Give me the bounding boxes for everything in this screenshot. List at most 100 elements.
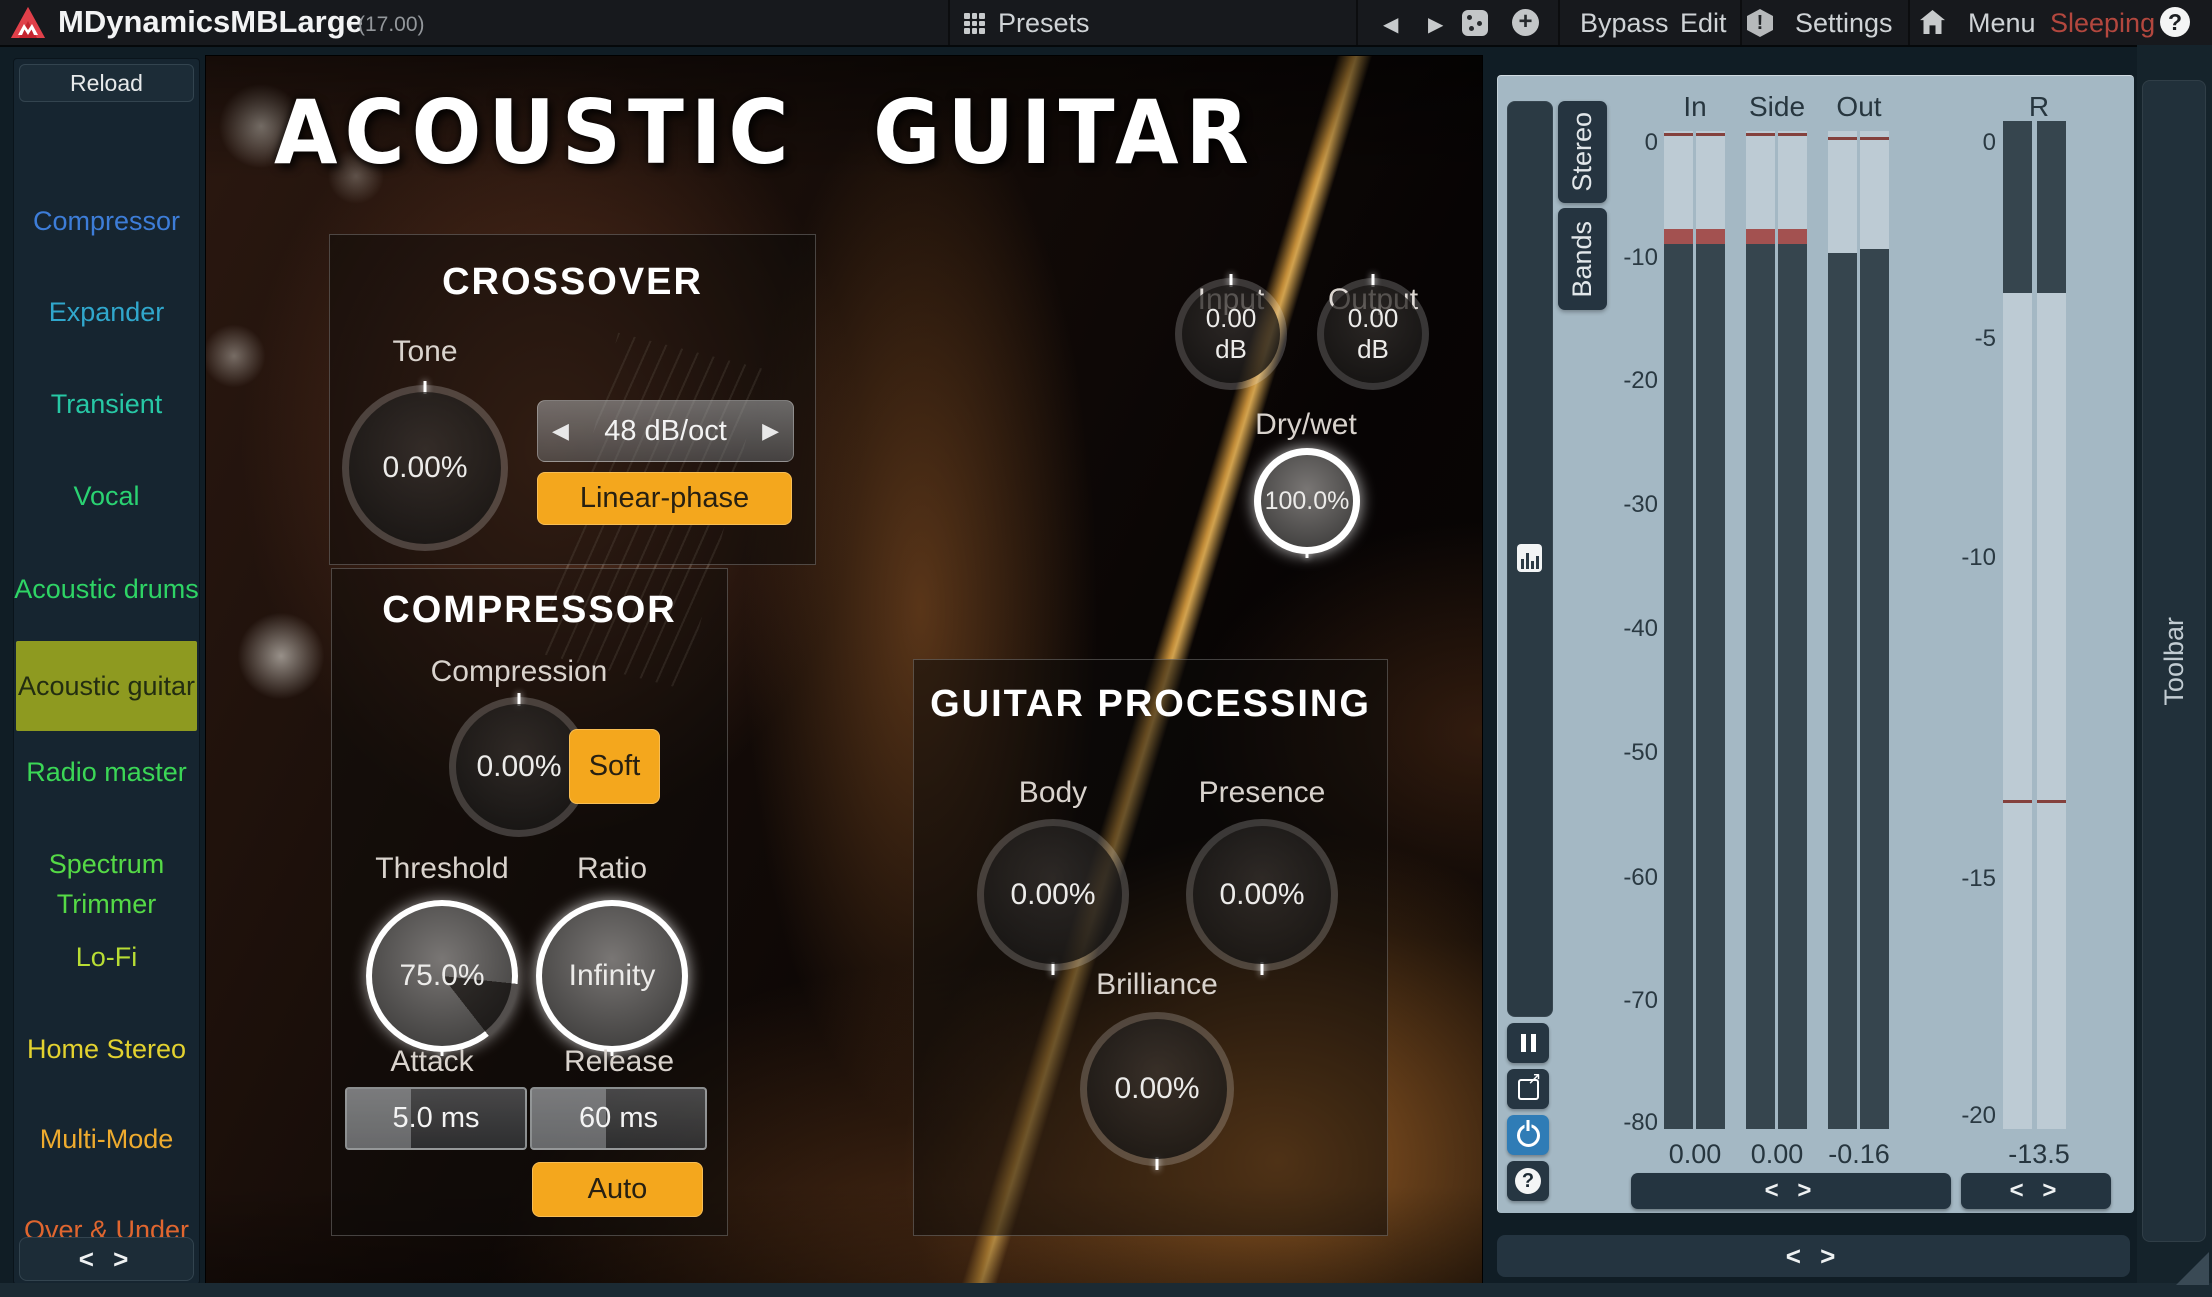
crossover-title: CROSSOVER	[330, 261, 815, 304]
soft-knee-button[interactable]: Soft	[569, 729, 660, 804]
meter-bar	[1860, 131, 1889, 1129]
meter-resize-left-button[interactable]: < >	[1631, 1173, 1951, 1209]
sidebar-item-lo-fi[interactable]: Lo-Fi	[14, 937, 199, 977]
attack-slider[interactable]: 5.0 ms	[345, 1087, 527, 1150]
meter-group-label-in: In	[1683, 91, 1706, 123]
window-resize-grip[interactable]	[2176, 1252, 2209, 1285]
release-label: Release	[564, 1045, 674, 1079]
edit-button[interactable]: Edit	[1680, 8, 1727, 39]
presence-knob[interactable]: 0.00%	[1186, 819, 1338, 971]
app-title: MDynamicsMBLarge	[58, 4, 363, 40]
linear-phase-button[interactable]: Linear-phase	[537, 472, 792, 525]
meter-bar	[1828, 131, 1857, 1129]
sidebar-item-radio-master[interactable]: Radio master	[14, 752, 199, 792]
meter-power-button[interactable]	[1507, 1115, 1549, 1155]
menu-button[interactable]: Menu	[1968, 8, 2036, 39]
release-slider[interactable]: 60 ms	[530, 1087, 707, 1150]
sidebar-item-multi-mode[interactable]: Multi-Mode	[14, 1119, 199, 1159]
scale-tick: -70	[1623, 987, 1658, 1015]
sidebar-item-acoustic-guitar[interactable]: Acoustic guitar	[16, 641, 197, 731]
settings-button[interactable]: Settings	[1795, 8, 1893, 39]
meter-bar	[1778, 131, 1807, 1129]
meter-bar	[2003, 121, 2032, 1129]
title-bar: MDynamicsMBLarge (17.00) Presets ◀ ▶ + B…	[0, 0, 2212, 47]
crossover-panel: CROSSOVER Tone 0.00% ◀ 48 dB/oct ▶ Linea…	[329, 234, 816, 565]
tone-knob[interactable]: 0.00%	[342, 385, 508, 551]
sleeping-status[interactable]: Sleeping	[2050, 8, 2155, 39]
meter-value-r: -13.5	[2008, 1139, 2070, 1170]
meter-bar	[2037, 121, 2066, 1129]
scale-tick: -80	[1623, 1109, 1658, 1137]
pause-metering-button[interactable]	[1507, 1023, 1549, 1063]
detach-meter-button[interactable]	[1507, 1069, 1549, 1109]
panel-resize-bar[interactable]: < >	[1497, 1235, 2130, 1277]
crossover-slope-stepper[interactable]: ◀ 48 dB/oct ▶	[537, 400, 794, 462]
bands-meter-icon	[1517, 544, 1542, 572]
meter-value-in: 0.00	[1669, 1139, 1722, 1170]
sidebar-item-spectrum-trimmer[interactable]: Spectrum Trimmer	[14, 844, 199, 884]
melda-logo-icon	[10, 6, 46, 39]
random-preset-button[interactable]	[1462, 10, 1488, 36]
help-icon[interactable]: ?	[2160, 7, 2190, 37]
reload-button[interactable]: Reload	[19, 64, 194, 102]
body-knob[interactable]: 0.00%	[977, 819, 1129, 971]
meter-zoom-slider[interactable]	[1507, 101, 1553, 1017]
scale-tick: -10	[1623, 244, 1658, 272]
brilliance-label: Brilliance	[1096, 968, 1218, 1002]
meter-bar	[1664, 131, 1693, 1129]
meter-help-button[interactable]: ?	[1507, 1161, 1549, 1201]
sidebar-item-expander[interactable]: Expander	[14, 292, 199, 332]
question-icon: ?	[1515, 1168, 1541, 1194]
tab-stereo[interactable]: Stereo	[1558, 101, 1607, 203]
ratio-label: Ratio	[577, 852, 647, 886]
meter-bar	[1696, 131, 1725, 1129]
toolbar-toggle[interactable]: Toolbar	[2142, 80, 2206, 1242]
compression-label: Compression	[431, 655, 608, 689]
scale-tick: -15	[1961, 865, 1996, 893]
scale-tick: -30	[1623, 491, 1658, 519]
body-label: Body	[1019, 776, 1087, 810]
compression-knob[interactable]: 0.00%	[449, 697, 589, 837]
threshold-label: Threshold	[375, 852, 508, 886]
preset-headline: ACOUSTIC GUITAR	[274, 82, 1256, 185]
auto-release-button[interactable]: Auto	[532, 1162, 703, 1217]
home-icon[interactable]	[1920, 10, 1945, 34]
prev-preset-button[interactable]: ◀	[1383, 12, 1398, 37]
ratio-knob[interactable]: Infinity	[536, 900, 688, 1052]
preset-list: Compressor Expander Transient Vocal Acoustic…	[14, 105, 199, 1233]
meter-resize-right-button[interactable]: < >	[1961, 1173, 2111, 1209]
scale-tick: -5	[1975, 325, 1996, 353]
sidebar-item-home-stereo[interactable]: Home Stereo	[14, 1029, 199, 1069]
compressor-panel: COMPRESSOR Compression 0.00% Soft Thresh…	[331, 568, 728, 1236]
output-knob[interactable]: 0.00dB	[1317, 278, 1429, 390]
attack-label: Attack	[390, 1045, 473, 1079]
sidebar-item-acoustic-drums[interactable]: Acoustic drums	[14, 569, 199, 609]
warning-icon[interactable]: !	[1747, 9, 1773, 37]
brilliance-knob[interactable]: 0.00%	[1080, 1012, 1234, 1166]
drywet-knob[interactable]: 100.0%	[1254, 448, 1360, 554]
next-preset-button[interactable]: ▶	[1428, 12, 1443, 37]
guitar-processing-title: GUITAR PROCESSING	[914, 683, 1387, 726]
toolbar-strip: Toolbar	[2137, 45, 2212, 1297]
meter-bar	[1746, 131, 1775, 1129]
scale-tick: -10	[1961, 544, 1996, 572]
input-knob[interactable]: 0.00dB	[1175, 278, 1287, 390]
sidebar-item-vocal[interactable]: Vocal	[14, 476, 199, 516]
tone-label: Tone	[392, 335, 457, 369]
scale-tick: -40	[1623, 615, 1658, 643]
sidebar-item-transient[interactable]: Transient	[14, 384, 199, 424]
meter-group-label-side: Side	[1749, 91, 1805, 123]
meter-group-label-out: Out	[1836, 91, 1881, 123]
sidebar-resize-button[interactable]: < >	[19, 1237, 194, 1281]
power-icon	[1517, 1124, 1540, 1147]
presets-grid-icon	[964, 13, 985, 34]
app-version: (17.00)	[358, 13, 425, 37]
threshold-knob[interactable]: 75.0%	[366, 900, 518, 1052]
bypass-button[interactable]: Bypass	[1580, 8, 1669, 39]
add-preset-button[interactable]: +	[1512, 9, 1539, 36]
presets-button[interactable]: Presets	[998, 8, 1090, 39]
meter-panel: Stereo Bands ? < > < > 0-10-20-30-40-50-…	[1497, 75, 2134, 1213]
tab-bands[interactable]: Bands	[1558, 208, 1607, 310]
pause-icon	[1521, 1034, 1536, 1052]
sidebar-item-compressor[interactable]: Compressor	[14, 201, 199, 241]
